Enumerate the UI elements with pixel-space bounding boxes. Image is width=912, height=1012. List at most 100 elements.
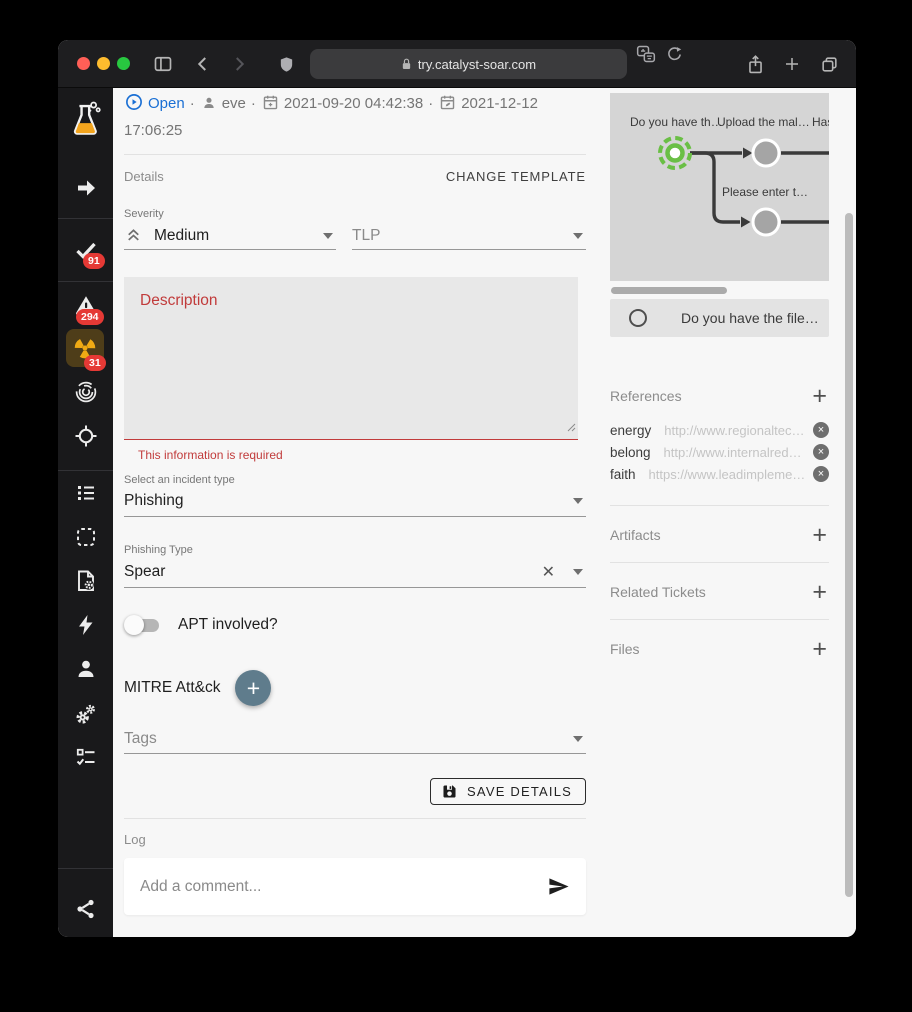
forward-icon[interactable] (228, 53, 250, 75)
sidebar-item-forensics[interactable] (58, 380, 113, 404)
browser-titlebar: try.catalyst-soar.com (58, 40, 856, 88)
apt-toggle[interactable] (124, 613, 161, 637)
playbook-horizontal-scrollbar[interactable] (611, 287, 727, 294)
severity-value: Medium (154, 227, 209, 245)
url-text: try.catalyst-soar.com (418, 57, 536, 72)
reference-row: belong http://www.internalred… × (610, 441, 829, 463)
incident-type-value: Phishing (124, 492, 183, 510)
sidebar-item-templates[interactable] (58, 569, 113, 593)
section-divider (124, 154, 586, 155)
tlp-placeholder: TLP (352, 227, 380, 245)
status-open-icon (125, 93, 143, 119)
remove-reference-button[interactable]: × (813, 422, 829, 438)
clear-selection-icon[interactable]: ✕ (542, 562, 555, 582)
sidebar-toggle-icon[interactable] (152, 53, 174, 75)
minimize-window-button[interactable] (97, 57, 110, 70)
dashed-box-icon (74, 525, 98, 549)
add-reference-button[interactable]: + (812, 386, 827, 406)
reload-icon[interactable] (666, 46, 683, 63)
ticket-header: Open·eve·2021-09-20 04:42:38·2021-12-12 … (124, 92, 586, 143)
task-unchecked-circle-icon[interactable] (629, 309, 647, 327)
assignee-person-icon (201, 95, 217, 119)
severity-select[interactable]: Medium (124, 222, 336, 250)
section-divider (610, 505, 829, 506)
sidebar-item-selection[interactable] (58, 525, 113, 549)
sidebar-item-jobs[interactable] (58, 745, 113, 769)
add-related-ticket-button[interactable]: + (812, 582, 827, 602)
sidebar-divider (58, 868, 113, 869)
back-icon[interactable] (192, 53, 214, 75)
mitre-label: MITRE Att&ck (124, 679, 220, 697)
new-tab-icon[interactable] (781, 53, 803, 75)
address-bar[interactable]: try.catalyst-soar.com (310, 49, 627, 79)
tags-placeholder: Tags (124, 730, 157, 748)
crosshair-icon (74, 424, 98, 448)
ticket-side-column: Do you have th… Upload the mal… Has Plea… (610, 88, 829, 937)
reference-name[interactable]: energy (610, 423, 651, 438)
send-comment-icon[interactable] (547, 875, 570, 898)
sidebar-item-lists[interactable] (58, 481, 113, 505)
privacy-shield-icon[interactable] (275, 53, 297, 75)
sidebar-item-hunting[interactable] (58, 424, 113, 448)
playbook-task-node (753, 140, 779, 166)
tags-select[interactable]: Tags (124, 724, 586, 754)
dropdown-arrow-icon (323, 233, 333, 239)
incident-type-select[interactable]: Phishing (124, 486, 586, 517)
sidebar-item-share[interactable] (58, 897, 113, 921)
severity-label: Severity (124, 208, 164, 220)
dropdown-arrow-icon (573, 736, 583, 742)
separator-dot: · (251, 95, 256, 112)
remove-reference-button[interactable]: × (813, 466, 829, 482)
ticket-due-date: 2021-12-12 (461, 95, 538, 112)
section-divider (124, 818, 586, 819)
zoom-window-button[interactable] (117, 57, 130, 70)
add-artifact-button[interactable]: + (812, 525, 827, 545)
dropdown-arrow-icon (573, 569, 583, 575)
sidebar-item-users[interactable] (58, 657, 113, 681)
separator-dot: · (428, 95, 433, 112)
remove-reference-button[interactable]: × (813, 444, 829, 460)
page-vertical-scrollbar[interactable] (845, 213, 853, 897)
dropdown-arrow-icon (573, 233, 583, 239)
change-template-button[interactable]: CHANGE TEMPLATE (446, 169, 586, 184)
phishing-type-select[interactable]: Spear ✕ (124, 556, 586, 588)
ticket-due-time: 17:06:25 (124, 122, 182, 139)
sidebar-item-automations[interactable] (58, 613, 113, 637)
separator-dot: · (190, 95, 195, 112)
ticket-status[interactable]: Open (148, 95, 185, 112)
close-window-button[interactable] (77, 57, 90, 70)
resize-handle[interactable] (566, 419, 576, 437)
tab-overview-icon[interactable] (818, 53, 840, 75)
reference-url[interactable]: http://www.regionaltec… (664, 423, 804, 438)
reference-url[interactable]: http://www.internalred… (664, 445, 802, 460)
description-textarea[interactable]: Description (124, 277, 578, 440)
reference-row: faith https://www.leadimpleme… × (610, 463, 829, 485)
share-page-icon[interactable] (744, 53, 766, 75)
artifacts-section-title: Artifacts (610, 527, 661, 543)
gears-icon (73, 702, 98, 727)
playbook-task-node (753, 209, 779, 235)
playbook-task-row[interactable]: Do you have the file… (610, 299, 829, 337)
catalyst-logo-flask-icon[interactable] (58, 101, 113, 139)
sidebar-divider (58, 470, 113, 471)
tlp-select[interactable]: TLP (352, 222, 586, 250)
sidebar-item-settings[interactable] (58, 702, 113, 727)
add-file-button[interactable]: + (812, 639, 827, 659)
description-error: This information is required (138, 448, 283, 462)
alerts-badge: 294 (76, 309, 104, 325)
reference-url[interactable]: https://www.leadimpleme… (649, 467, 806, 482)
comment-input[interactable]: Add a comment... (124, 858, 586, 915)
translate-icon[interactable] (636, 44, 656, 64)
comment-placeholder: Add a comment... (140, 878, 261, 896)
save-details-button[interactable]: SAVE DETAILS (430, 778, 586, 805)
sidebar-item-start[interactable] (58, 176, 113, 200)
document-gear-icon (74, 569, 98, 593)
reference-name[interactable]: belong (610, 445, 651, 460)
add-mitre-button[interactable]: + (235, 670, 271, 706)
ticket-assignee[interactable]: eve (222, 95, 246, 112)
reference-name[interactable]: faith (610, 467, 636, 482)
details-section-title: Details (124, 169, 164, 184)
playbook-graph[interactable]: Do you have th… Upload the mal… Has Plea… (610, 93, 829, 281)
playbook-node-label: Has (812, 115, 829, 129)
created-calendar-icon (262, 94, 279, 119)
